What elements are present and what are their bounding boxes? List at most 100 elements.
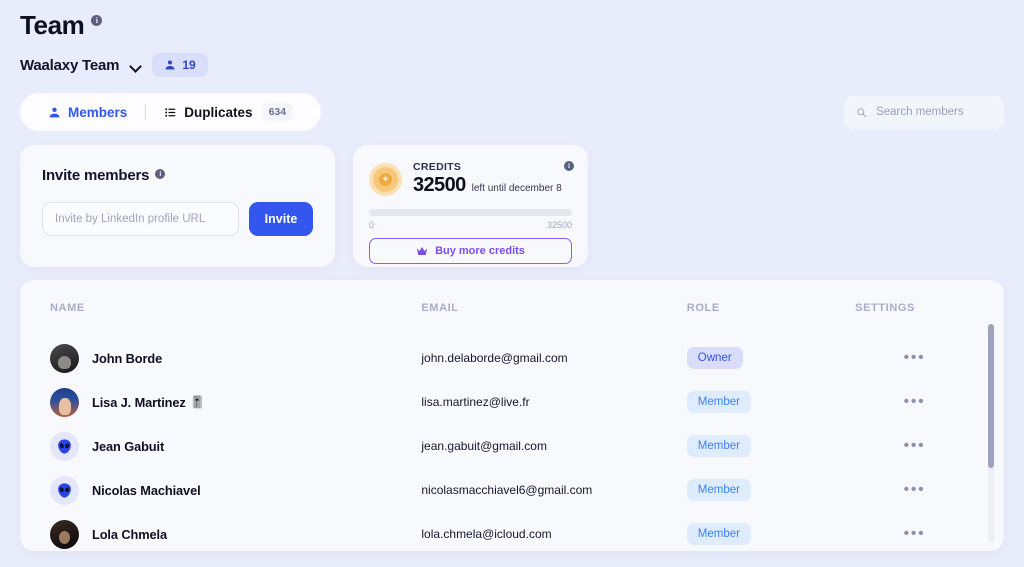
credits-card: i ✦ CREDITS 32500 left until december 8 … bbox=[353, 145, 588, 267]
cell-name: Jean Gabuit bbox=[50, 431, 421, 461]
cell-settings: ••• bbox=[855, 526, 974, 541]
team-member-count-value: 19 bbox=[182, 58, 196, 72]
tab-list: Members Duplicates 634 bbox=[20, 93, 322, 131]
table-row[interactable]: Lola Chmela lola.chmela@icloud.com Member •… bbox=[50, 512, 974, 551]
member-name-text: John Borde bbox=[92, 350, 163, 366]
members-table-card: NAME EMAIL ROLE SETTINGS John Borde john.… bbox=[20, 280, 1004, 551]
invite-members-title: Invite members bbox=[42, 167, 150, 184]
credits-label: CREDITS bbox=[413, 161, 462, 173]
credits-progress-scale: 0 32500 bbox=[369, 220, 572, 230]
crown-icon bbox=[417, 246, 428, 255]
avatar bbox=[50, 343, 79, 373]
member-name: Jean Gabuit bbox=[92, 439, 164, 454]
credits-progress-min: 0 bbox=[369, 220, 375, 230]
search-icon bbox=[857, 107, 867, 117]
search-input[interactable] bbox=[876, 106, 992, 118]
cell-role: Member bbox=[686, 523, 855, 545]
alien-icon bbox=[58, 482, 71, 498]
people-icon bbox=[49, 107, 60, 117]
name-badge-icon: 🎚️ bbox=[189, 395, 205, 409]
member-name: Lisa J. Martinez 🎚️ bbox=[92, 395, 205, 410]
cell-email: jean.gabuit@gmail.com bbox=[421, 439, 547, 453]
chevron-down-icon[interactable] bbox=[129, 59, 142, 72]
tab-members[interactable]: Members bbox=[34, 103, 141, 122]
cell-role: Member bbox=[686, 479, 855, 501]
cell-email: nicolasmacchiavel6@gmail.com bbox=[421, 483, 593, 497]
member-name: John Borde bbox=[92, 351, 162, 366]
cell-role: Member bbox=[686, 391, 855, 413]
info-icon[interactable]: i bbox=[155, 169, 166, 179]
member-name-text: Jean Gabuit bbox=[92, 438, 165, 454]
team-selector[interactable]: Waalaxy Team 19 bbox=[0, 40, 1024, 77]
column-header-email: EMAIL bbox=[421, 302, 459, 314]
page-header: Team i bbox=[0, 0, 1024, 40]
cell-settings: ••• bbox=[855, 482, 974, 497]
member-name-text: Lisa J. Martinez bbox=[92, 394, 186, 410]
member-name-text: Nicolas Machiavel bbox=[92, 482, 201, 498]
avatar bbox=[50, 519, 79, 549]
table-scrollbar-thumb[interactable] bbox=[988, 324, 994, 468]
more-options-icon[interactable]: ••• bbox=[904, 394, 926, 409]
invite-url-input[interactable] bbox=[42, 202, 239, 236]
buy-more-credits-button[interactable]: Buy more credits bbox=[369, 238, 572, 264]
avatar bbox=[50, 431, 79, 461]
tab-duplicates-count: 634 bbox=[261, 103, 294, 121]
table-row[interactable]: Nicolas Machiavel nicolasmacchiavel6@gmai… bbox=[50, 468, 974, 512]
cell-email: lisa.martinez@live.fr bbox=[421, 395, 530, 409]
search-members-box[interactable] bbox=[844, 95, 1004, 129]
table-row[interactable]: Lisa J. Martinez 🎚️ lisa.martinez@live.fr M… bbox=[50, 380, 974, 424]
coin-icon: ✦ bbox=[369, 162, 402, 196]
role-badge: Member bbox=[686, 523, 751, 545]
credits-amount: 32500 bbox=[413, 174, 466, 196]
avatar bbox=[50, 475, 79, 505]
invite-members-heading: Invite members i bbox=[42, 167, 313, 184]
column-header-settings: SETTINGS bbox=[855, 302, 915, 314]
cell-email: john.delaborde@gmail.com bbox=[421, 351, 568, 365]
cell-name: Lola Chmela bbox=[50, 519, 421, 549]
tab-duplicates[interactable]: Duplicates 634 bbox=[150, 101, 307, 123]
member-name: Nicolas Machiavel bbox=[92, 483, 201, 498]
cell-settings: ••• bbox=[855, 350, 974, 365]
table-scrollbar-track[interactable] bbox=[988, 324, 994, 543]
tab-divider bbox=[145, 104, 147, 120]
cell-settings: ••• bbox=[855, 438, 974, 453]
team-member-count-badge: 19 bbox=[152, 53, 208, 77]
tabs-and-search-bar: Members Duplicates 634 bbox=[0, 77, 1024, 131]
credits-progress-max: 32500 bbox=[546, 220, 572, 230]
list-icon bbox=[165, 107, 176, 117]
top-cards-row: Invite members i Invite i ✦ CREDITS 3250… bbox=[0, 131, 1024, 267]
column-header-role: ROLE bbox=[686, 302, 720, 314]
table-row[interactable]: Jean Gabuit jean.gabuit@gmail.com Member ••… bbox=[50, 424, 974, 468]
table-body: John Borde john.delaborde@gmail.com Owner •… bbox=[50, 336, 974, 551]
role-badge: Member bbox=[686, 479, 751, 501]
cell-settings: ••• bbox=[855, 394, 974, 409]
alien-icon bbox=[58, 438, 71, 454]
info-icon[interactable]: i bbox=[91, 15, 103, 26]
credits-summary: ✦ CREDITS 32500 left until december 8 bbox=[369, 161, 572, 197]
member-name: Lola Chmela bbox=[92, 527, 167, 542]
more-options-icon[interactable]: ••• bbox=[904, 438, 926, 453]
buy-more-credits-label: Buy more credits bbox=[435, 245, 525, 257]
cell-name: Lisa J. Martinez 🎚️ bbox=[50, 387, 421, 417]
column-header-name: NAME bbox=[50, 302, 85, 314]
cell-role: Member bbox=[686, 435, 855, 457]
tab-duplicates-label: Duplicates bbox=[184, 104, 253, 120]
table-row[interactable]: John Borde john.delaborde@gmail.com Owner •… bbox=[50, 336, 974, 380]
more-options-icon[interactable]: ••• bbox=[904, 526, 926, 541]
cell-role: Owner bbox=[686, 347, 855, 369]
cell-name: John Borde bbox=[50, 343, 421, 373]
table-header-row: NAME EMAIL ROLE SETTINGS bbox=[50, 280, 974, 336]
invite-button[interactable]: Invite bbox=[249, 202, 313, 236]
more-options-icon[interactable]: ••• bbox=[904, 350, 926, 365]
tab-members-label: Members bbox=[68, 104, 128, 120]
cell-name: Nicolas Machiavel bbox=[50, 475, 421, 505]
avatar bbox=[50, 387, 79, 417]
more-options-icon[interactable]: ••• bbox=[904, 482, 926, 497]
cell-email: lola.chmela@icloud.com bbox=[421, 527, 552, 541]
credits-subtitle: left until december 8 bbox=[471, 183, 562, 194]
people-icon bbox=[165, 60, 175, 70]
member-name-text: Lola Chmela bbox=[92, 526, 167, 542]
credits-progress-bar bbox=[369, 209, 572, 216]
info-icon[interactable]: i bbox=[564, 161, 574, 171]
role-badge: Member bbox=[686, 391, 751, 413]
